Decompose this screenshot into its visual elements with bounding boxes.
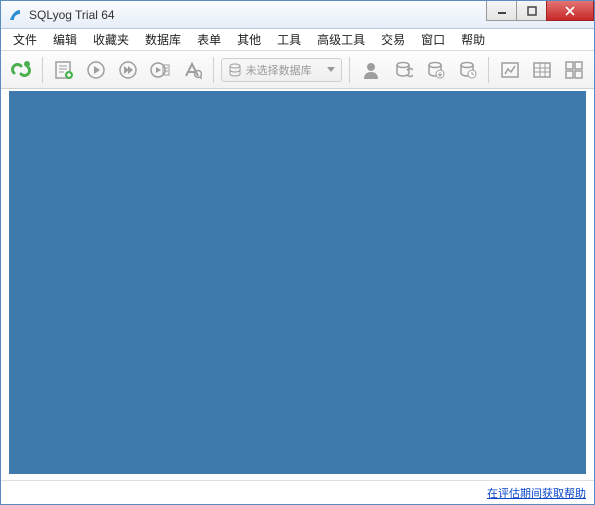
toolbar-separator [42, 57, 43, 83]
sync-button[interactable] [389, 56, 417, 84]
menu-other[interactable]: 其他 [229, 29, 269, 50]
toolbar-separator [349, 57, 350, 83]
menu-window[interactable]: 窗口 [413, 29, 453, 50]
close-button[interactable] [546, 1, 594, 21]
data-search-button[interactable] [560, 56, 588, 84]
new-query-button[interactable] [50, 56, 78, 84]
chevron-down-icon [327, 67, 335, 72]
window-title: SQLyog Trial 64 [29, 8, 115, 22]
execute-explain-button[interactable] [146, 56, 174, 84]
menu-help[interactable]: 帮助 [453, 29, 493, 50]
menu-edit[interactable]: 编辑 [45, 29, 85, 50]
window-controls [486, 1, 594, 21]
app-icon [7, 7, 23, 23]
execute-query-button[interactable] [82, 56, 110, 84]
backup-button[interactable] [421, 56, 449, 84]
user-manager-button[interactable] [357, 56, 385, 84]
titlebar: SQLyog Trial 64 [1, 1, 594, 29]
app-window: SQLyog Trial 64 文件 编辑 收藏夹 数据库 表单 其他 工具 高… [0, 0, 595, 505]
database-icon [228, 63, 242, 77]
minimize-button[interactable] [486, 1, 516, 21]
format-query-button[interactable] [178, 56, 206, 84]
menu-transaction[interactable]: 交易 [373, 29, 413, 50]
menu-database[interactable]: 数据库 [137, 29, 189, 50]
menu-file[interactable]: 文件 [5, 29, 45, 50]
menu-tools[interactable]: 工具 [269, 29, 309, 50]
toolbar-separator [213, 57, 214, 83]
toolbar-separator [488, 57, 489, 83]
database-selector-text: 未选择数据库 [246, 62, 312, 78]
new-connection-button[interactable] [7, 56, 35, 84]
trial-help-link[interactable]: 在评估期间获取帮助 [487, 485, 586, 501]
menu-advanced-tools[interactable]: 高级工具 [309, 29, 373, 50]
menu-favorites[interactable]: 收藏夹 [85, 29, 137, 50]
schedule-button[interactable] [453, 56, 481, 84]
menu-table[interactable]: 表单 [189, 29, 229, 50]
database-selector[interactable]: 未选择数据库 [221, 58, 343, 82]
statusbar: 在评估期间获取帮助 [1, 480, 594, 504]
execute-all-button[interactable] [114, 56, 142, 84]
maximize-button[interactable] [516, 1, 546, 21]
toolbar: 未选择数据库 [1, 51, 594, 89]
menubar: 文件 编辑 收藏夹 数据库 表单 其他 工具 高级工具 交易 窗口 帮助 [1, 29, 594, 51]
query-builder-button[interactable] [528, 56, 556, 84]
workspace-area [9, 91, 586, 474]
schema-designer-button[interactable] [496, 56, 524, 84]
